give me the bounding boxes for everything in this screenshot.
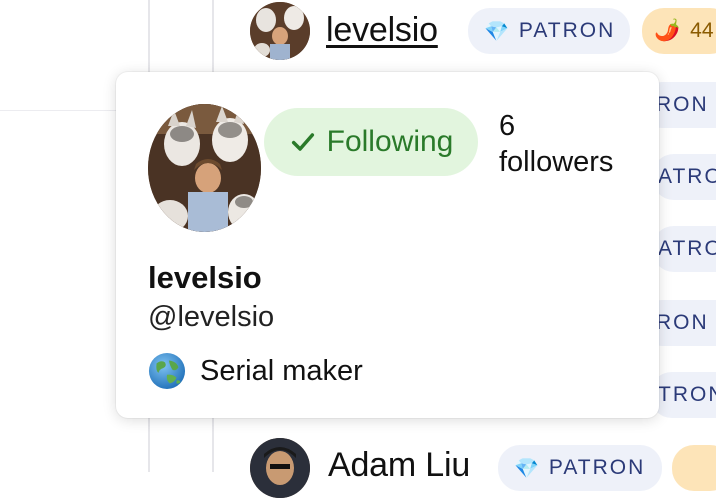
profile-popover: Following 6 followers levelsio @levelsio…: [116, 72, 659, 418]
avatar[interactable]: [250, 438, 310, 498]
chili-pepper-icon: 🌶️: [654, 19, 681, 42]
followers-label: followers: [499, 146, 614, 178]
gem-icon: 💎: [484, 20, 509, 43]
feed-username-link[interactable]: Adam Liu: [328, 446, 470, 485]
patron-badge-label: PATRON: [518, 19, 616, 42]
patron-badge-partial: ATRO: [652, 154, 716, 200]
patron-badge-partial: TRON: [650, 372, 716, 418]
patron-badge-label: PATRON: [548, 456, 646, 479]
streak-count: 44: [690, 19, 714, 42]
feed-username-link[interactable]: levelsio: [326, 11, 438, 50]
profile-avatar[interactable]: [148, 104, 261, 232]
following-button[interactable]: Following: [264, 108, 478, 176]
streak-badge: [672, 445, 716, 491]
profile-bio: Serial maker: [148, 352, 363, 390]
followers-count[interactable]: 6 followers: [499, 108, 613, 180]
avatar[interactable]: [250, 2, 310, 60]
checkmark-icon: [291, 133, 314, 151]
profile-handle: @levelsio: [148, 301, 275, 333]
streak-badge: 🌶️ 44: [642, 8, 716, 54]
patron-badge: 💎 PATRON: [498, 445, 662, 491]
gem-icon: 💎: [514, 457, 539, 480]
following-label: Following: [326, 125, 454, 158]
patron-badge-partial: ATRO: [652, 226, 716, 272]
globe-icon: [148, 352, 186, 390]
patron-badge: 💎 PATRON: [468, 8, 630, 54]
profile-bio-text: Serial maker: [200, 354, 363, 387]
profile-name: levelsio: [148, 260, 262, 295]
followers-number: 6: [499, 110, 516, 142]
